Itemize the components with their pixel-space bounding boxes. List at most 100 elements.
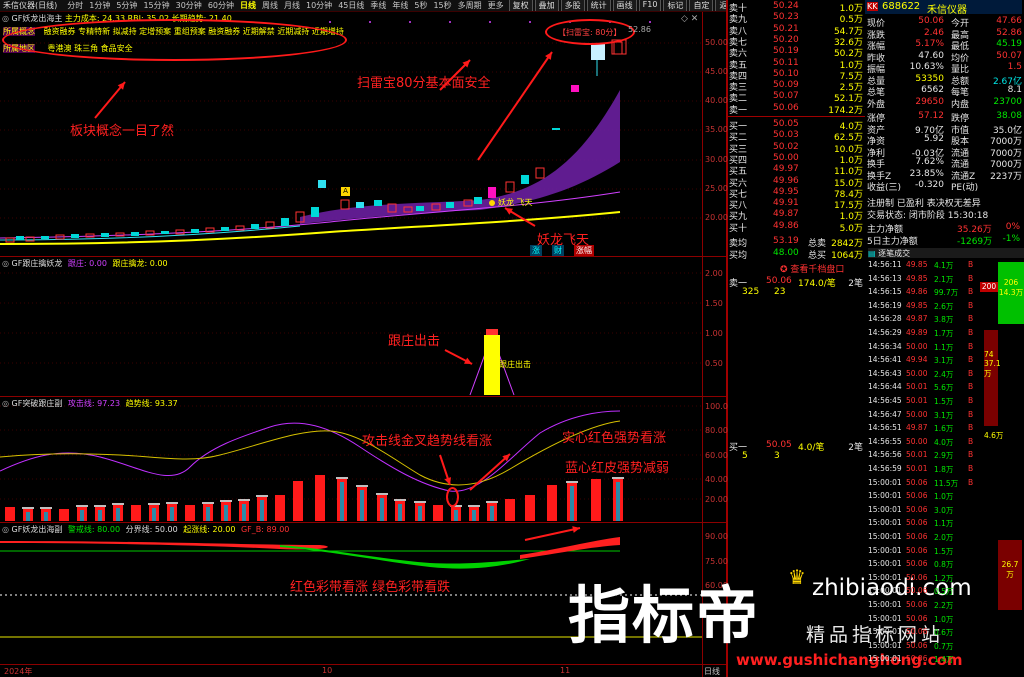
tab-timeframe[interactable]: 15秒 xyxy=(430,0,454,11)
tab-timeframe[interactable]: 1分钟 xyxy=(86,0,113,11)
trade-price: 50.06 xyxy=(906,586,928,596)
orderbook-row[interactable]: 卖五 50.11 1.0万 xyxy=(728,57,865,71)
level1-volume: 4.0/笔 xyxy=(798,443,825,453)
candle xyxy=(488,187,496,198)
orderbook-row[interactable]: 买三 50.02 10.0万 xyxy=(728,141,865,155)
stat-value: 6562 xyxy=(921,85,944,95)
stock-name[interactable]: 禾信仪器 xyxy=(927,1,967,16)
orderbook-row[interactable]: 卖六 50.19 50.2万 xyxy=(728,46,865,59)
orderbook-row[interactable]: 卖四 50.10 7.5万 xyxy=(728,69,865,82)
stock-header: KK 688622 禾信仪器 xyxy=(865,0,1022,16)
orderbook-row[interactable]: 买二 50.03 62.5万 xyxy=(728,130,865,143)
orderbook-row[interactable]: 卖九 50.23 0.5万 xyxy=(728,12,865,25)
trade-row: 15:00:01 50.06 1.2万 xyxy=(868,573,998,583)
tab-timeframe[interactable]: 5分钟 xyxy=(113,0,140,11)
stat-value: 45.19 xyxy=(996,39,1022,49)
trade-volume: 2.4万 xyxy=(934,369,954,379)
trade-direction: B xyxy=(968,409,974,419)
orderbook-row[interactable]: 卖七 50.20 32.6万 xyxy=(728,34,865,48)
trend-bar-core xyxy=(170,507,174,521)
trade-time: 15:00:01 xyxy=(868,477,902,487)
trade-volume: 11.5万 xyxy=(934,478,959,488)
tab-timeframe[interactable]: 30分钟 xyxy=(173,0,205,11)
trades-list[interactable]: 14:56:11 49.85 4.1万 B 14:56:13 49.85 2.1万 B 14:5… xyxy=(868,260,998,674)
settings-icon[interactable]: ◎ xyxy=(2,259,9,268)
trade-direction: B xyxy=(968,273,974,283)
trade-direction: B xyxy=(968,314,974,324)
orderbook-row[interactable]: 买七 49.95 78.4万 xyxy=(728,187,865,200)
toolbar-button[interactable]: 统计 xyxy=(586,0,611,11)
toolbar-button[interactable]: F10 xyxy=(638,0,662,11)
stat-value: 53350 xyxy=(915,73,944,84)
orderbook-row[interactable]: 卖二 50.07 52.1万 xyxy=(728,91,865,104)
orderbook-row[interactable]: 卖三 50.09 2.5万 xyxy=(728,80,865,93)
stock-code[interactable]: 688622 xyxy=(882,1,920,12)
x-label: 2024年 xyxy=(4,667,33,676)
trend-bar xyxy=(525,495,535,521)
tab-timeframe[interactable]: 更多 xyxy=(485,0,507,11)
tab-timeframe[interactable]: 5秒 xyxy=(411,0,430,11)
orderbook-row[interactable]: 买五 49.97 11.0万 xyxy=(728,164,865,177)
trade-volume: 1.1万 xyxy=(934,342,954,352)
trend-bar-core xyxy=(360,490,364,521)
trade-row: 15:00:01 50.06 11.5万 B xyxy=(868,478,998,488)
orderbook-row[interactable]: 买十 49.86 5.0万 xyxy=(728,221,865,234)
quote-panel: KK 688622 禾信仪器 卖十 50.24 1.0万 卖九 50.23 0.5万 卖八 5… xyxy=(728,0,1024,677)
tab-timeframe[interactable]: 月线 xyxy=(281,0,303,11)
orderbook-price: 50.11 xyxy=(773,57,799,68)
annotation-golden-cross: 攻击线金叉趋势线看涨 xyxy=(362,434,493,449)
stat-row: 外盘 29650 内盘 23700 xyxy=(867,97,1022,110)
orderbook-row[interactable]: 买九 49.87 1.0万 xyxy=(728,209,865,222)
trend-bar-core xyxy=(44,512,48,521)
sub1-chart[interactable] xyxy=(0,257,702,396)
stat-row: 涨跌 2.46 最高 52.86 xyxy=(867,28,1022,41)
toolbar-button[interactable]: 叠加 xyxy=(534,0,559,11)
tab-timeframe[interactable]: 周线 xyxy=(259,0,281,11)
level1-detail[interactable]: 卖一 50.06 174.0/笔 2笔 325 23 xyxy=(728,276,865,298)
candle xyxy=(115,232,125,237)
tab-timeframe[interactable]: 日线 xyxy=(237,0,259,11)
orderbook-summary: 买均 48.00 总买 1064万 xyxy=(728,248,865,261)
tab-timeframe[interactable]: 15分钟 xyxy=(140,0,172,11)
tab-timeframe[interactable]: 10分钟 xyxy=(303,0,335,11)
trend-bar xyxy=(433,505,443,521)
orderbook-row[interactable]: 卖十 50.24 1.0万 xyxy=(728,1,865,14)
tab-timeframe[interactable]: 分时 xyxy=(64,0,86,11)
tab-timeframe[interactable]: 年线 xyxy=(389,0,411,11)
stat-value: -0.320 xyxy=(914,180,944,190)
orderbook-row[interactable]: 买八 49.91 17.5万 xyxy=(728,198,865,211)
orderbook-price: 50.20 xyxy=(773,34,799,45)
tab-timeframe[interactable]: 季线 xyxy=(367,0,389,11)
stat-label: 收益(三) xyxy=(867,183,902,193)
settings-icon[interactable]: ◎ xyxy=(2,399,9,408)
orderbook-row[interactable]: 买六 49.96 15.0万 xyxy=(728,176,865,189)
stat-row: 现价 50.06 今开 47.66 xyxy=(867,16,1022,29)
orderbook-row[interactable]: 卖八 50.21 54.7万 xyxy=(728,24,865,37)
orderbook-row[interactable]: 买四 50.00 1.0万 xyxy=(728,153,865,166)
panel-controls[interactable]: ◇ ✕ xyxy=(681,14,698,24)
toolbar-button[interactable]: 返回 xyxy=(715,0,726,11)
tab-timeframe[interactable]: 60分钟 xyxy=(205,0,237,11)
toolbar-button[interactable]: 复权 xyxy=(508,0,533,11)
toolbar-button[interactable]: 画线 xyxy=(612,0,637,11)
orderbook-row[interactable]: 买一 50.05 4.0万 xyxy=(728,119,865,132)
signal-dot xyxy=(329,21,331,23)
settings-icon[interactable]: ◎ xyxy=(2,14,9,23)
settings-icon[interactable]: ◎ xyxy=(2,525,9,534)
cross-highlight-ellipse xyxy=(446,487,459,507)
tab-timeframe[interactable]: 多周期 xyxy=(455,0,485,11)
toolbar-button[interactable]: 标记 xyxy=(663,0,688,11)
tab-timeframe[interactable]: 45日线 xyxy=(335,0,367,11)
orderbook-price: 50.02 xyxy=(773,141,799,152)
app-window: 禾信仪器(日线) 分时 1分钟 5分钟 15分钟 30分钟 60分钟 日线 周线 月线 10分钟 4… xyxy=(0,0,1024,677)
toolbar-button[interactable]: 自定 xyxy=(689,0,714,11)
candle xyxy=(161,231,169,234)
orderbook-row[interactable]: 卖一 50.06 174.2万 xyxy=(728,103,865,116)
trades-title: 逐笔成交 xyxy=(878,249,911,258)
level1-detail[interactable]: 买一 50.05 4.0/笔 2笔 5 3 xyxy=(728,440,865,462)
trade-row: 14:56:55 50.00 4.0万 B xyxy=(868,437,998,447)
toolbar-button[interactable]: 多股 xyxy=(560,0,585,11)
netflow-row: 5日主力净额 -1269万 -1% xyxy=(867,234,1022,247)
sub1-name: GF跟庄擒妖龙 xyxy=(11,259,63,268)
l2-depth-link[interactable]: ✪ 查看千档盘口 xyxy=(780,262,844,275)
